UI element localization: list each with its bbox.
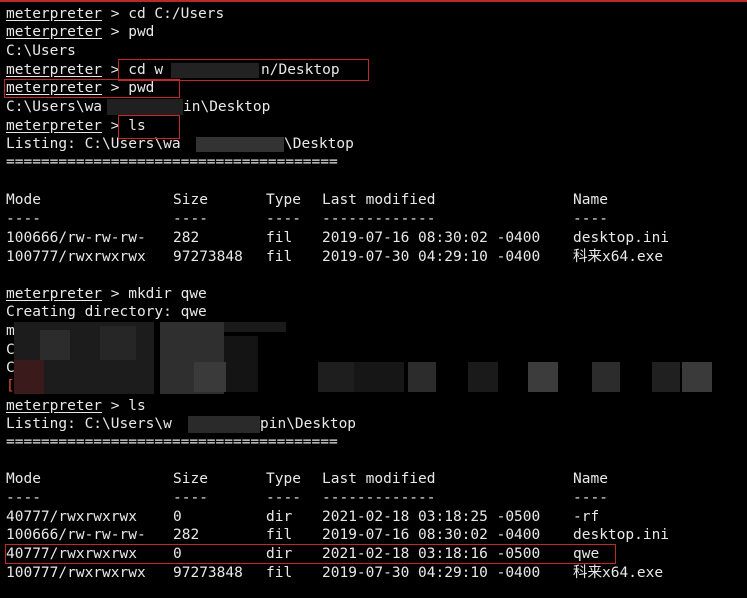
highlight-box-ls-command: [118, 115, 180, 139]
header-underline: -------------: [322, 490, 436, 506]
table-cell-mode: 40777/rwxrwxrwx: [6, 509, 137, 525]
redaction-block: [682, 362, 712, 392]
separator-line: ======================================: [6, 434, 338, 450]
window-top-border: [0, 0, 747, 2]
table-cell-name: 科来x64.exe: [573, 249, 664, 265]
terminal-line: meterpreter > ls: [6, 398, 146, 414]
terminal-text-fragment: in\Desktop: [183, 99, 271, 115]
terminal-text-fragment: \Desktop: [284, 136, 354, 152]
header-underline: ----: [6, 490, 41, 506]
column-header-name: Name: [573, 471, 608, 487]
table-cell-last-modified: 2019-07-16 08:30:02 -0400: [322, 230, 541, 246]
table-cell-last-modified: 2019-07-30 04:29:10 -0400: [322, 249, 541, 265]
terminal-line: C:\Users\wa: [6, 99, 103, 115]
header-underline: -------------: [322, 211, 436, 227]
header-underline: ----: [573, 211, 608, 227]
redaction-block: [224, 336, 258, 392]
table-cell-size: 97273848: [173, 249, 243, 265]
table-cell-type: fil: [266, 565, 293, 581]
table-cell-mode: 100666/rw-rw-rw-: [6, 527, 146, 543]
redaction-block: [652, 362, 680, 392]
terminal-window[interactable]: meterpreter > cd C:/Users meterpreter > …: [0, 0, 747, 598]
column-header-type: Type: [266, 471, 301, 487]
header-underline: ----: [573, 490, 608, 506]
redaction-block: [354, 362, 404, 392]
terminal-line: meterpreter > mkdir qwe: [6, 286, 207, 302]
redaction-block: [14, 360, 44, 394]
prompt: meterpreter: [6, 286, 103, 302]
table-cell-name: 科来x64.exe: [573, 565, 664, 581]
table-cell-mode: 100666/rw-rw-rw-: [6, 230, 146, 246]
header-underline: ----: [266, 490, 301, 506]
redaction-block: [107, 99, 183, 115]
header-underline: ----: [173, 211, 208, 227]
redaction-block: [194, 362, 226, 392]
table-cell-name: desktop.ini: [573, 230, 670, 246]
prompt: meterpreter: [6, 24, 103, 40]
table-cell-type: fil: [266, 230, 293, 246]
column-header-size: Size: [173, 471, 208, 487]
column-header-last-modified: Last modified: [322, 471, 436, 487]
table-cell-type: dir: [266, 509, 293, 525]
column-header-last-modified: Last modified: [322, 192, 436, 208]
redaction-block: [408, 362, 436, 392]
terminal-line: meterpreter > cd C:/Users: [6, 6, 225, 22]
prompt: meterpreter: [6, 6, 103, 22]
redaction-block: [196, 137, 284, 152]
table-cell-type: fil: [266, 249, 293, 265]
table-cell-size: 282: [173, 230, 200, 246]
redaction-block: [188, 416, 260, 433]
terminal-line: Listing: C:\Users\w: [6, 416, 172, 432]
terminal-text-fragment: pin\Desktop: [260, 416, 357, 432]
table-cell-mode: 100777/rwxrwxrwx: [6, 249, 146, 265]
column-header-size: Size: [173, 192, 208, 208]
table-cell-last-modified: 2019-07-16 08:30:02 -0400: [322, 527, 541, 543]
table-cell-size: 97273848: [173, 565, 243, 581]
highlight-box-cd-command: [118, 59, 369, 81]
terminal-line: Creating directory: qwe: [6, 304, 207, 320]
column-header-type: Type: [266, 192, 301, 208]
table-cell-size: 0: [173, 509, 182, 525]
table-cell-name: -rf: [573, 509, 600, 525]
header-underline: ----: [266, 211, 301, 227]
highlight-box-qwe-row: [5, 544, 616, 564]
redaction-block: [100, 326, 136, 360]
redaction-block: [318, 362, 354, 392]
highlight-box-pwd-command: [4, 79, 180, 98]
separator-line: ======================================: [6, 154, 338, 170]
terminal-line: C:\Users: [6, 43, 76, 59]
redaction-block: [224, 322, 286, 332]
table-cell-size: 282: [173, 527, 200, 543]
prompt: meterpreter: [6, 118, 103, 134]
prompt: meterpreter: [6, 398, 103, 414]
header-underline: ----: [6, 211, 41, 227]
redaction-block: [528, 362, 558, 392]
header-underline: ----: [173, 490, 208, 506]
redaction-block: [468, 362, 498, 392]
table-cell-mode: 100777/rwxrwxrwx: [6, 565, 146, 581]
table-cell-type: fil: [266, 527, 293, 543]
redaction-block: [40, 330, 70, 360]
column-header-mode: Mode: [6, 471, 41, 487]
column-header-mode: Mode: [6, 192, 41, 208]
terminal-line: meterpreter > pwd: [6, 24, 155, 40]
prompt: meterpreter: [6, 62, 103, 78]
table-cell-last-modified: 2021-02-18 03:18:25 -0500: [322, 509, 541, 525]
redaction-block: [592, 362, 620, 392]
column-header-name: Name: [573, 192, 608, 208]
table-cell-name: desktop.ini: [573, 527, 670, 543]
table-cell-last-modified: 2019-07-30 04:29:10 -0400: [322, 565, 541, 581]
